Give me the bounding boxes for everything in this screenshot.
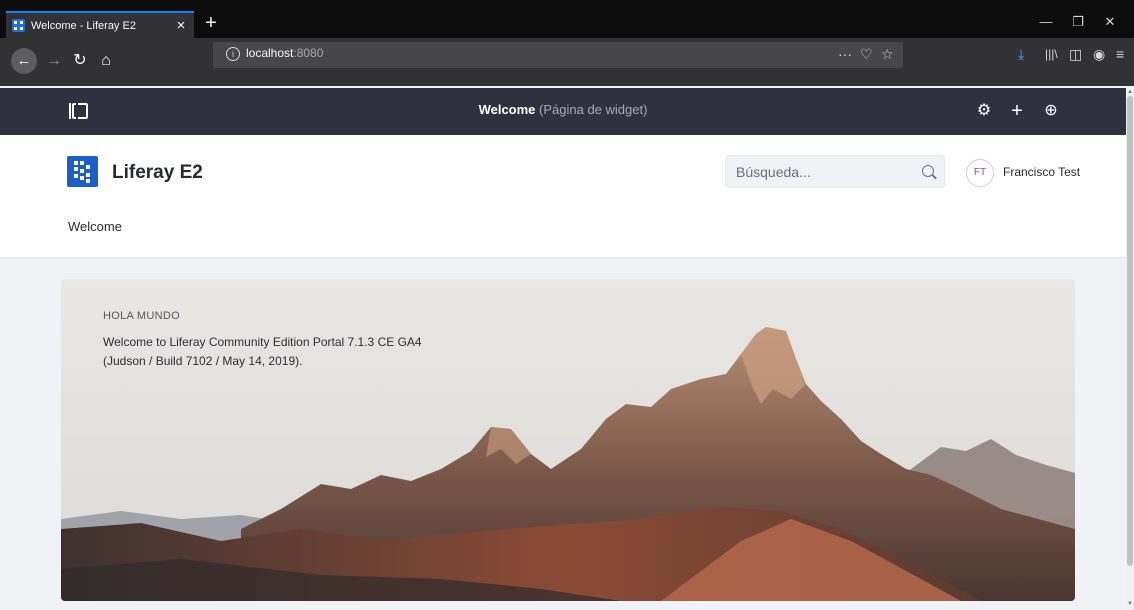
control-menu-title: Welcome (Página de widget) [0,102,1126,117]
bookmark-star-icon[interactable]: ☆ [881,43,894,65]
tab-title: Welcome - Liferay E2 [31,19,136,32]
download-icon[interactable]: ⤓ [1018,43,1024,65]
hero-welcome-text: Welcome to Liferay Community Edition Por… [103,335,422,349]
menu-icon[interactable]: ≡ [1116,43,1124,65]
scroll-up-icon[interactable]: ▲ [1126,88,1134,96]
simulation-icon[interactable]: ⊕ [1040,100,1062,122]
add-icon[interactable]: + [1006,100,1028,122]
liferay-control-menu: Welcome (Página de widget) ⚙ + ⊕ [0,88,1126,135]
liferay-favicon-icon [12,19,25,32]
page-actions-icon[interactable]: ··· [838,43,852,65]
back-icon[interactable]: ← [11,48,37,74]
minimize-window-icon[interactable]: — [1032,12,1060,32]
search-input[interactable] [736,156,906,187]
hero-kicker: HOLA MUNDO [103,310,180,322]
page-scrollbar[interactable]: ▲ ▼ [1126,88,1134,610]
scroll-down-icon[interactable]: ▼ [1126,600,1134,608]
tab-close-icon[interactable]: × [174,17,188,34]
url-text[interactable]: localhost:8080 [246,46,323,60]
page-type: (Página de widget) [539,102,648,117]
new-tab-button[interactable]: + [200,11,222,37]
restore-window-icon[interactable]: ❐ [1064,12,1092,32]
hero-banner: HOLA MUNDO Welcome to Liferay Community … [61,279,1075,601]
url-port: :8080 [293,46,324,60]
url-host: localhost [246,46,294,60]
scroll-thumb[interactable] [1127,96,1133,566]
sidebar-icon[interactable]: ◫ [1069,43,1082,65]
mountain-landscape-image [61,279,1075,601]
nav-item-welcome[interactable]: Welcome [68,219,122,234]
home-icon[interactable]: ⌂ [96,49,116,73]
browser-tab[interactable]: Welcome - Liferay E2 × [6,11,194,38]
site-info-icon[interactable]: i [226,47,240,61]
account-icon[interactable]: ◉ [1093,43,1105,65]
hero-build-text: (Judson / Build 7102 / May 14, 2019). [103,354,303,368]
search-icon[interactable] [922,165,934,177]
reload-icon[interactable]: ↻ [70,49,90,73]
close-window-icon[interactable]: ✕ [1096,12,1124,32]
gear-icon[interactable]: ⚙ [973,100,995,122]
user-avatar[interactable]: FT [966,159,994,187]
site-name[interactable]: Liferay E2 [112,162,203,184]
site-logo-icon[interactable] [67,156,98,187]
page-title: Welcome [478,102,536,117]
search-box [725,155,945,188]
library-icon[interactable]: |||\ [1045,43,1058,65]
pocket-icon[interactable]: ♡ [860,43,873,65]
portal-header: Liferay E2 FT Francisco Test Welcome [0,135,1126,258]
browser-tab-strip: Welcome - Liferay E2 × + — ❐ ✕ [0,0,1134,38]
forward-icon[interactable]: → [44,49,64,73]
user-name[interactable]: Francisco Test [1003,165,1080,179]
